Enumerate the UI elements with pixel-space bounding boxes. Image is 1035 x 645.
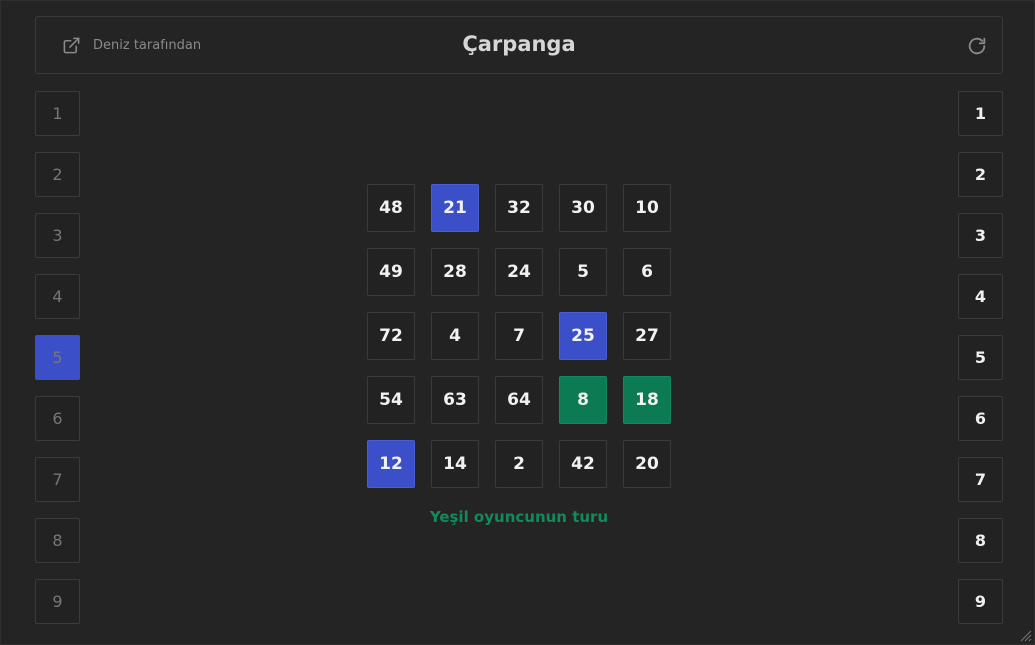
green-factor-button-5[interactable]: 5 (958, 335, 1003, 380)
board-cell[interactable]: 25 (559, 312, 607, 360)
board-cell[interactable]: 21 (431, 184, 479, 232)
board-cell[interactable]: 48 (367, 184, 415, 232)
blue-factor-button-9[interactable]: 9 (35, 579, 80, 624)
board-cell[interactable]: 27 (623, 312, 671, 360)
board-cell[interactable]: 18 (623, 376, 671, 424)
green-factor-button-6[interactable]: 6 (958, 396, 1003, 441)
blue-factor-button-6[interactable]: 6 (35, 396, 80, 441)
board-cell[interactable]: 54 (367, 376, 415, 424)
board-cell[interactable]: 72 (367, 312, 415, 360)
green-factor-button-2[interactable]: 2 (958, 152, 1003, 197)
blue-factor-button-8[interactable]: 8 (35, 518, 80, 563)
blue-player-factor-column: 1 2 3 4 5 6 7 8 9 (35, 91, 80, 640)
resize-handle-icon[interactable] (1018, 628, 1032, 642)
blue-factor-button-4[interactable]: 4 (35, 274, 80, 319)
refresh-icon[interactable] (966, 35, 988, 57)
board-cell[interactable]: 63 (431, 376, 479, 424)
green-factor-button-8[interactable]: 8 (958, 518, 1003, 563)
blue-factor-button-1[interactable]: 1 (35, 91, 80, 136)
blue-factor-button-2[interactable]: 2 (35, 152, 80, 197)
blue-factor-button-7[interactable]: 7 (35, 457, 80, 502)
board-cell[interactable]: 14 (431, 440, 479, 488)
blue-factor-button-3[interactable]: 3 (35, 213, 80, 258)
blue-factor-button-5[interactable]: 5 (35, 335, 80, 380)
page-title: Çarpanga (462, 32, 576, 56)
green-player-factor-column: 1 2 3 4 5 6 7 8 9 (958, 91, 1003, 640)
board-cell[interactable]: 28 (431, 248, 479, 296)
board-cell[interactable]: 6 (623, 248, 671, 296)
green-factor-button-3[interactable]: 3 (958, 213, 1003, 258)
board-cell[interactable]: 7 (495, 312, 543, 360)
board-cell[interactable]: 42 (559, 440, 607, 488)
green-factor-button-9[interactable]: 9 (958, 579, 1003, 624)
board-cell[interactable]: 8 (559, 376, 607, 424)
board-cell[interactable]: 64 (495, 376, 543, 424)
green-factor-button-7[interactable]: 7 (958, 457, 1003, 502)
board-cell[interactable]: 24 (495, 248, 543, 296)
board-cell[interactable]: 32 (495, 184, 543, 232)
board-cell[interactable]: 10 (623, 184, 671, 232)
board-cell[interactable]: 30 (559, 184, 607, 232)
green-factor-button-1[interactable]: 1 (958, 91, 1003, 136)
board-cell[interactable]: 4 (431, 312, 479, 360)
turn-status: Yeşil oyuncunun turu (429, 508, 609, 526)
game-board: 48 21 32 30 10 49 28 24 5 6 72 4 7 25 27 54 63 64 8 18 12 14 2… (367, 184, 671, 488)
board-cell[interactable]: 5 (559, 248, 607, 296)
board-cell[interactable]: 49 (367, 248, 415, 296)
green-factor-button-4[interactable]: 4 (958, 274, 1003, 319)
header-bar: Deniz tarafından Çarpanga (35, 16, 1003, 74)
game-window: Deniz tarafından Çarpanga 123456789 1234… (0, 0, 1035, 645)
board-cell[interactable]: 2 (495, 440, 543, 488)
board-cell[interactable]: 20 (623, 440, 671, 488)
board-cell[interactable]: 12 (367, 440, 415, 488)
